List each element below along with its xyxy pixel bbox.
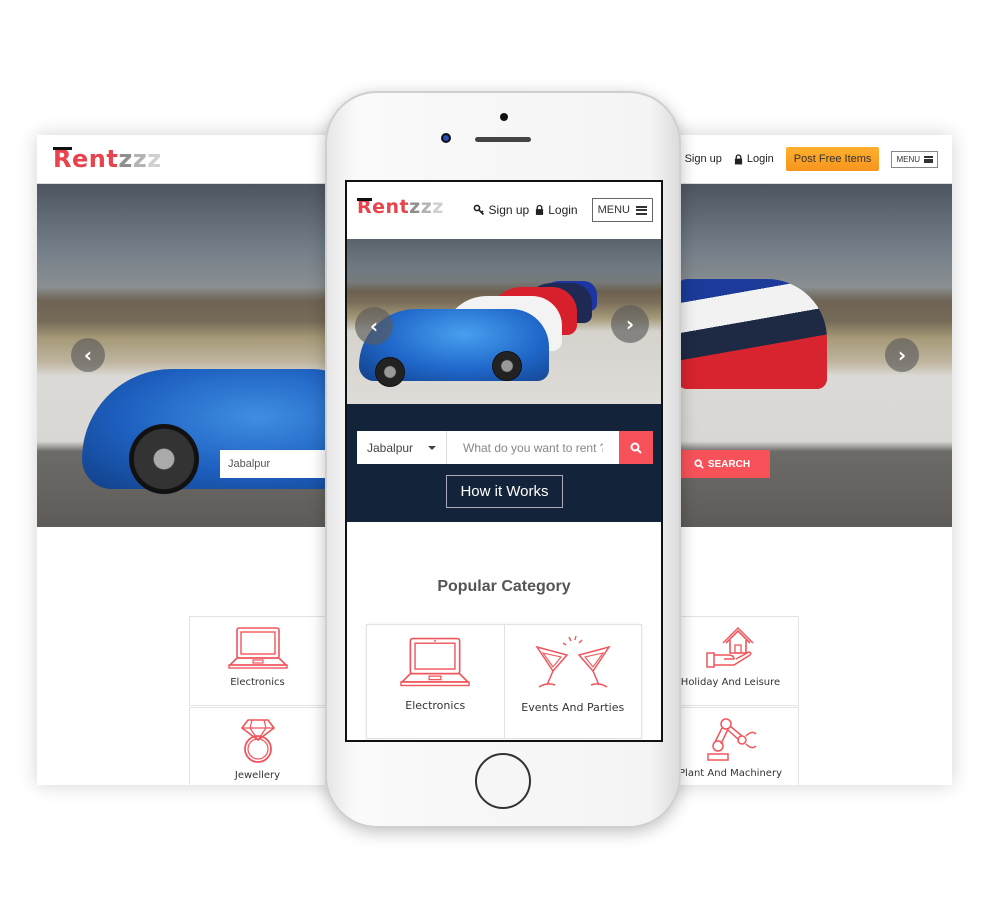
mobile-nav: Sign up Login MENU (473, 198, 653, 222)
logo-ent: ent (372, 196, 410, 218)
login-link[interactable]: Login (734, 153, 774, 165)
login-label: Login (548, 203, 578, 217)
category-label: Electronics (405, 699, 466, 712)
category-card-electronics[interactable]: Electronics (189, 616, 326, 706)
search-band: Jabalpur How it Works (347, 404, 661, 522)
menu-button[interactable]: MENU (591, 198, 653, 222)
phone-speaker (475, 137, 531, 142)
login-label: Login (746, 153, 774, 165)
search-button[interactable]: SEARCH (674, 450, 770, 478)
robot-arm-icon (706, 718, 757, 761)
logo-ent: ent (71, 145, 119, 173)
category-label: Electronics (230, 677, 285, 688)
city-select[interactable]: Jabalpur (220, 450, 330, 478)
category-card-jewellery[interactable]: Jewellery (189, 707, 326, 785)
phone-home-button[interactable] (475, 753, 531, 809)
carousel-next-button[interactable]: › (885, 338, 919, 372)
house-in-hand-icon (705, 627, 753, 668)
logo-z: z (409, 196, 421, 218)
cocktail-glasses-icon (535, 635, 611, 688)
lock-icon (536, 204, 544, 215)
search-button[interactable] (619, 431, 653, 464)
hamburger-icon (924, 155, 933, 163)
category-card-electronics[interactable]: Electronics (367, 625, 505, 738)
logo-z: z (432, 196, 444, 218)
city-value: Jabalpur (367, 440, 414, 455)
carousel-next-button[interactable]: › (611, 305, 649, 343)
logo-z: z (420, 196, 433, 218)
hero-image-wheel (492, 351, 522, 381)
search-icon (694, 459, 704, 469)
phone-frame: Rent z z z Sign up Login MENU ‹ › Jabalp… (325, 91, 681, 828)
hero-image-parked-cars (677, 279, 827, 389)
chevron-right-icon: › (625, 312, 635, 336)
logo-r: R (357, 196, 373, 218)
ring-icon (240, 719, 275, 763)
key-icon (473, 204, 484, 216)
menu-label: MENU (597, 204, 630, 216)
caret-down-icon (428, 445, 436, 450)
mobile-screen: Rent z z z Sign up Login MENU ‹ › Jabalp… (345, 180, 663, 742)
chevron-left-icon: ‹ (369, 314, 379, 338)
city-select[interactable]: Jabalpur (357, 431, 447, 464)
chevron-right-icon: › (897, 343, 907, 367)
mobile-header: Rent z z z Sign up Login MENU (347, 182, 661, 239)
category-label: Plant And Machinery (679, 768, 782, 779)
logo-z: z (147, 145, 162, 173)
carousel-prev-button[interactable]: ‹ (355, 307, 393, 345)
signup-link[interactable]: Sign up (473, 203, 530, 217)
menu-label: MENU (896, 154, 920, 164)
rentzzz-logo[interactable]: Rent z z z (53, 145, 162, 173)
popular-category-heading: Popular Category (437, 578, 571, 595)
login-link[interactable]: Login (535, 203, 578, 217)
hero-image-wheel (129, 424, 199, 494)
logo-z: z (118, 145, 133, 173)
logo-z: z (132, 145, 148, 173)
laptop-icon (227, 627, 288, 669)
hero-image-wheel (375, 357, 405, 387)
category-card-holiday-and-leisure[interactable]: Holiday And Leisure (662, 616, 799, 706)
category-label: Events And Parties (521, 701, 625, 714)
category-label: Holiday And Leisure (680, 677, 781, 688)
hamburger-icon (636, 205, 647, 215)
post-free-items-button[interactable]: Post Free Items (785, 147, 880, 171)
menu-button[interactable]: MENU (891, 150, 938, 168)
rentzzz-logo[interactable]: Rent z z z (357, 196, 444, 218)
rent-search-input[interactable] (447, 431, 619, 464)
signup-label: Sign up (684, 153, 722, 165)
category-grid: Electronics Events And Parties (366, 624, 642, 739)
desktop-nav: Sign up Login Post Free Items MENU (670, 147, 938, 171)
logo-r: R (53, 145, 72, 173)
search-label: SEARCH (707, 458, 751, 470)
mobile-hero-carousel: ‹ › (347, 239, 661, 404)
search-icon (630, 442, 642, 454)
signup-label: Sign up (488, 203, 530, 217)
how-it-works-button[interactable]: How it Works (446, 475, 563, 508)
laptop-icon (400, 637, 471, 687)
phone-sensor (500, 113, 508, 121)
category-label: Jewellery (234, 770, 281, 781)
carousel-prev-button[interactable]: ‹ (71, 338, 105, 372)
phone-camera (441, 133, 451, 143)
lock-icon (734, 153, 742, 164)
category-card-plant-and-machinery[interactable]: Plant And Machinery (662, 707, 799, 785)
chevron-left-icon: ‹ (83, 343, 93, 367)
category-card-events-and-parties[interactable]: Events And Parties (505, 625, 642, 738)
